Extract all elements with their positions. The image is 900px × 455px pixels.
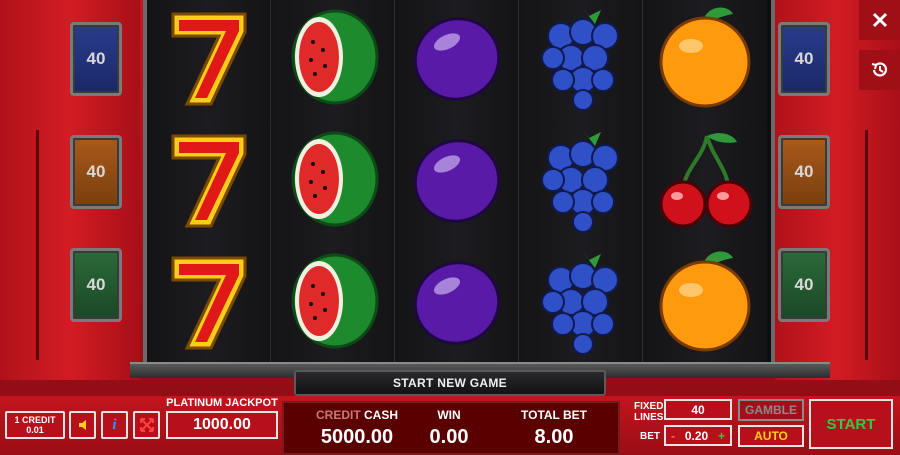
watermelon-icon xyxy=(291,9,379,105)
grapes-icon xyxy=(541,250,619,355)
jackpot-value: 1000.00 xyxy=(166,411,278,439)
credit-value: 0.01 xyxy=(26,425,44,435)
expand-arrows-icon xyxy=(139,418,154,432)
watermelon-icon xyxy=(291,131,379,227)
cash-label: CASH xyxy=(364,408,399,422)
right-rail xyxy=(865,130,868,360)
sound-button[interactable] xyxy=(69,411,96,439)
plum-icon xyxy=(413,261,501,345)
credit-denomination-button[interactable]: 1 CREDIT 0.01 xyxy=(5,411,65,439)
jackpot-label: PLATINUM JACKPOT xyxy=(166,397,278,409)
total-bet-label: TOTAL BET xyxy=(521,408,587,422)
close-icon xyxy=(872,12,887,28)
grapes-icon xyxy=(541,128,619,233)
seven-icon xyxy=(171,134,247,228)
reel-2 xyxy=(271,0,395,366)
history-icon xyxy=(871,62,887,77)
credit-toggle-label: CREDIT xyxy=(315,408,361,422)
close-button[interactable] xyxy=(859,0,900,40)
start-spin-button[interactable]: START xyxy=(809,399,893,449)
payline-badge-left-1: 40 xyxy=(70,22,122,96)
reel-4 xyxy=(519,0,643,366)
bet-label: BET xyxy=(640,431,660,442)
start-new-game-button[interactable]: START NEW GAME xyxy=(294,370,606,396)
cash-value: 5000.00 xyxy=(320,426,394,448)
cherries-icon xyxy=(659,133,753,228)
credit-cash-label[interactable]: CREDIT CASH xyxy=(302,408,412,422)
plum-icon xyxy=(413,17,501,101)
left-rail xyxy=(36,130,39,360)
win-label: WIN xyxy=(437,408,461,422)
fixed-lines-label: FIXED LINES xyxy=(634,401,663,423)
bet-decrease-button[interactable]: - xyxy=(671,429,675,443)
orange-icon xyxy=(659,251,751,352)
lines-value: 40 xyxy=(664,399,732,420)
payline-badge-right-2: 40 xyxy=(778,135,830,209)
orange-icon xyxy=(659,7,751,108)
reel-3 xyxy=(395,0,519,366)
fixed-lines-label-line1: FIXED xyxy=(634,401,664,412)
reel-5 xyxy=(643,0,767,366)
payline-badge-left-3: 40 xyxy=(70,248,122,322)
speaker-icon xyxy=(78,420,86,430)
grapes-icon xyxy=(541,6,619,111)
seven-icon xyxy=(171,256,247,350)
info-icon: i xyxy=(112,416,117,433)
info-button[interactable]: i xyxy=(101,411,128,439)
credit-label: 1 CREDIT xyxy=(14,415,56,425)
payline-badge-right-1: 40 xyxy=(778,22,830,96)
gamble-button[interactable]: GAMBLE xyxy=(738,399,804,421)
slot-cabinet: 40 40 40 40 40 40 START NEW GAME 1 CREDI… xyxy=(0,0,900,455)
fixed-lines-label-line2: LINES xyxy=(634,412,664,423)
plum-icon xyxy=(413,139,501,223)
total-bet-value: 8.00 xyxy=(534,426,574,448)
bet-increase-button[interactable]: + xyxy=(718,429,725,443)
fullscreen-button[interactable] xyxy=(133,411,160,439)
watermelon-icon xyxy=(291,253,379,349)
bet-stepper: - 0.20 + xyxy=(664,425,732,446)
payline-badge-right-3: 40 xyxy=(778,248,830,322)
reel-1 xyxy=(147,0,271,366)
seven-icon xyxy=(171,12,247,106)
bet-value: 0.20 xyxy=(684,428,709,443)
reel-window xyxy=(143,0,775,366)
history-button[interactable] xyxy=(859,50,900,90)
balance-panel: CREDIT CASH 5000.00 WIN 0.00 TOTAL BET 8… xyxy=(282,401,620,455)
win-value: 0.00 xyxy=(429,426,469,448)
autoplay-button[interactable]: AUTO xyxy=(738,425,804,447)
payline-badge-left-2: 40 xyxy=(70,135,122,209)
